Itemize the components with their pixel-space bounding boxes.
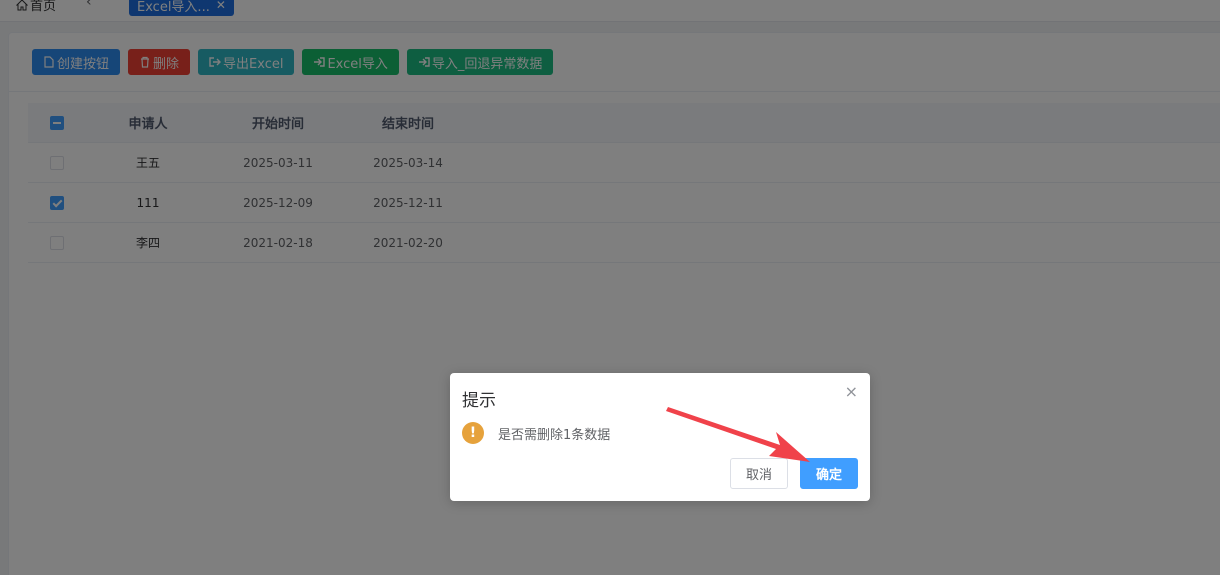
confirm-dialog: 提示 × ! 是否需删除1条数据 取消 确定: [450, 373, 870, 501]
dialog-buttons: 取消 确定: [729, 458, 858, 489]
dialog-title: 提示: [462, 391, 496, 411]
dialog-message-text: 是否需删除1条数据: [498, 427, 611, 443]
dialog-message: ! 是否需删除1条数据: [462, 422, 610, 444]
cancel-button[interactable]: 取消: [729, 458, 788, 489]
close-icon[interactable]: ×: [845, 382, 858, 401]
confirm-button[interactable]: 确定: [799, 458, 858, 489]
warning-icon: !: [462, 422, 484, 444]
